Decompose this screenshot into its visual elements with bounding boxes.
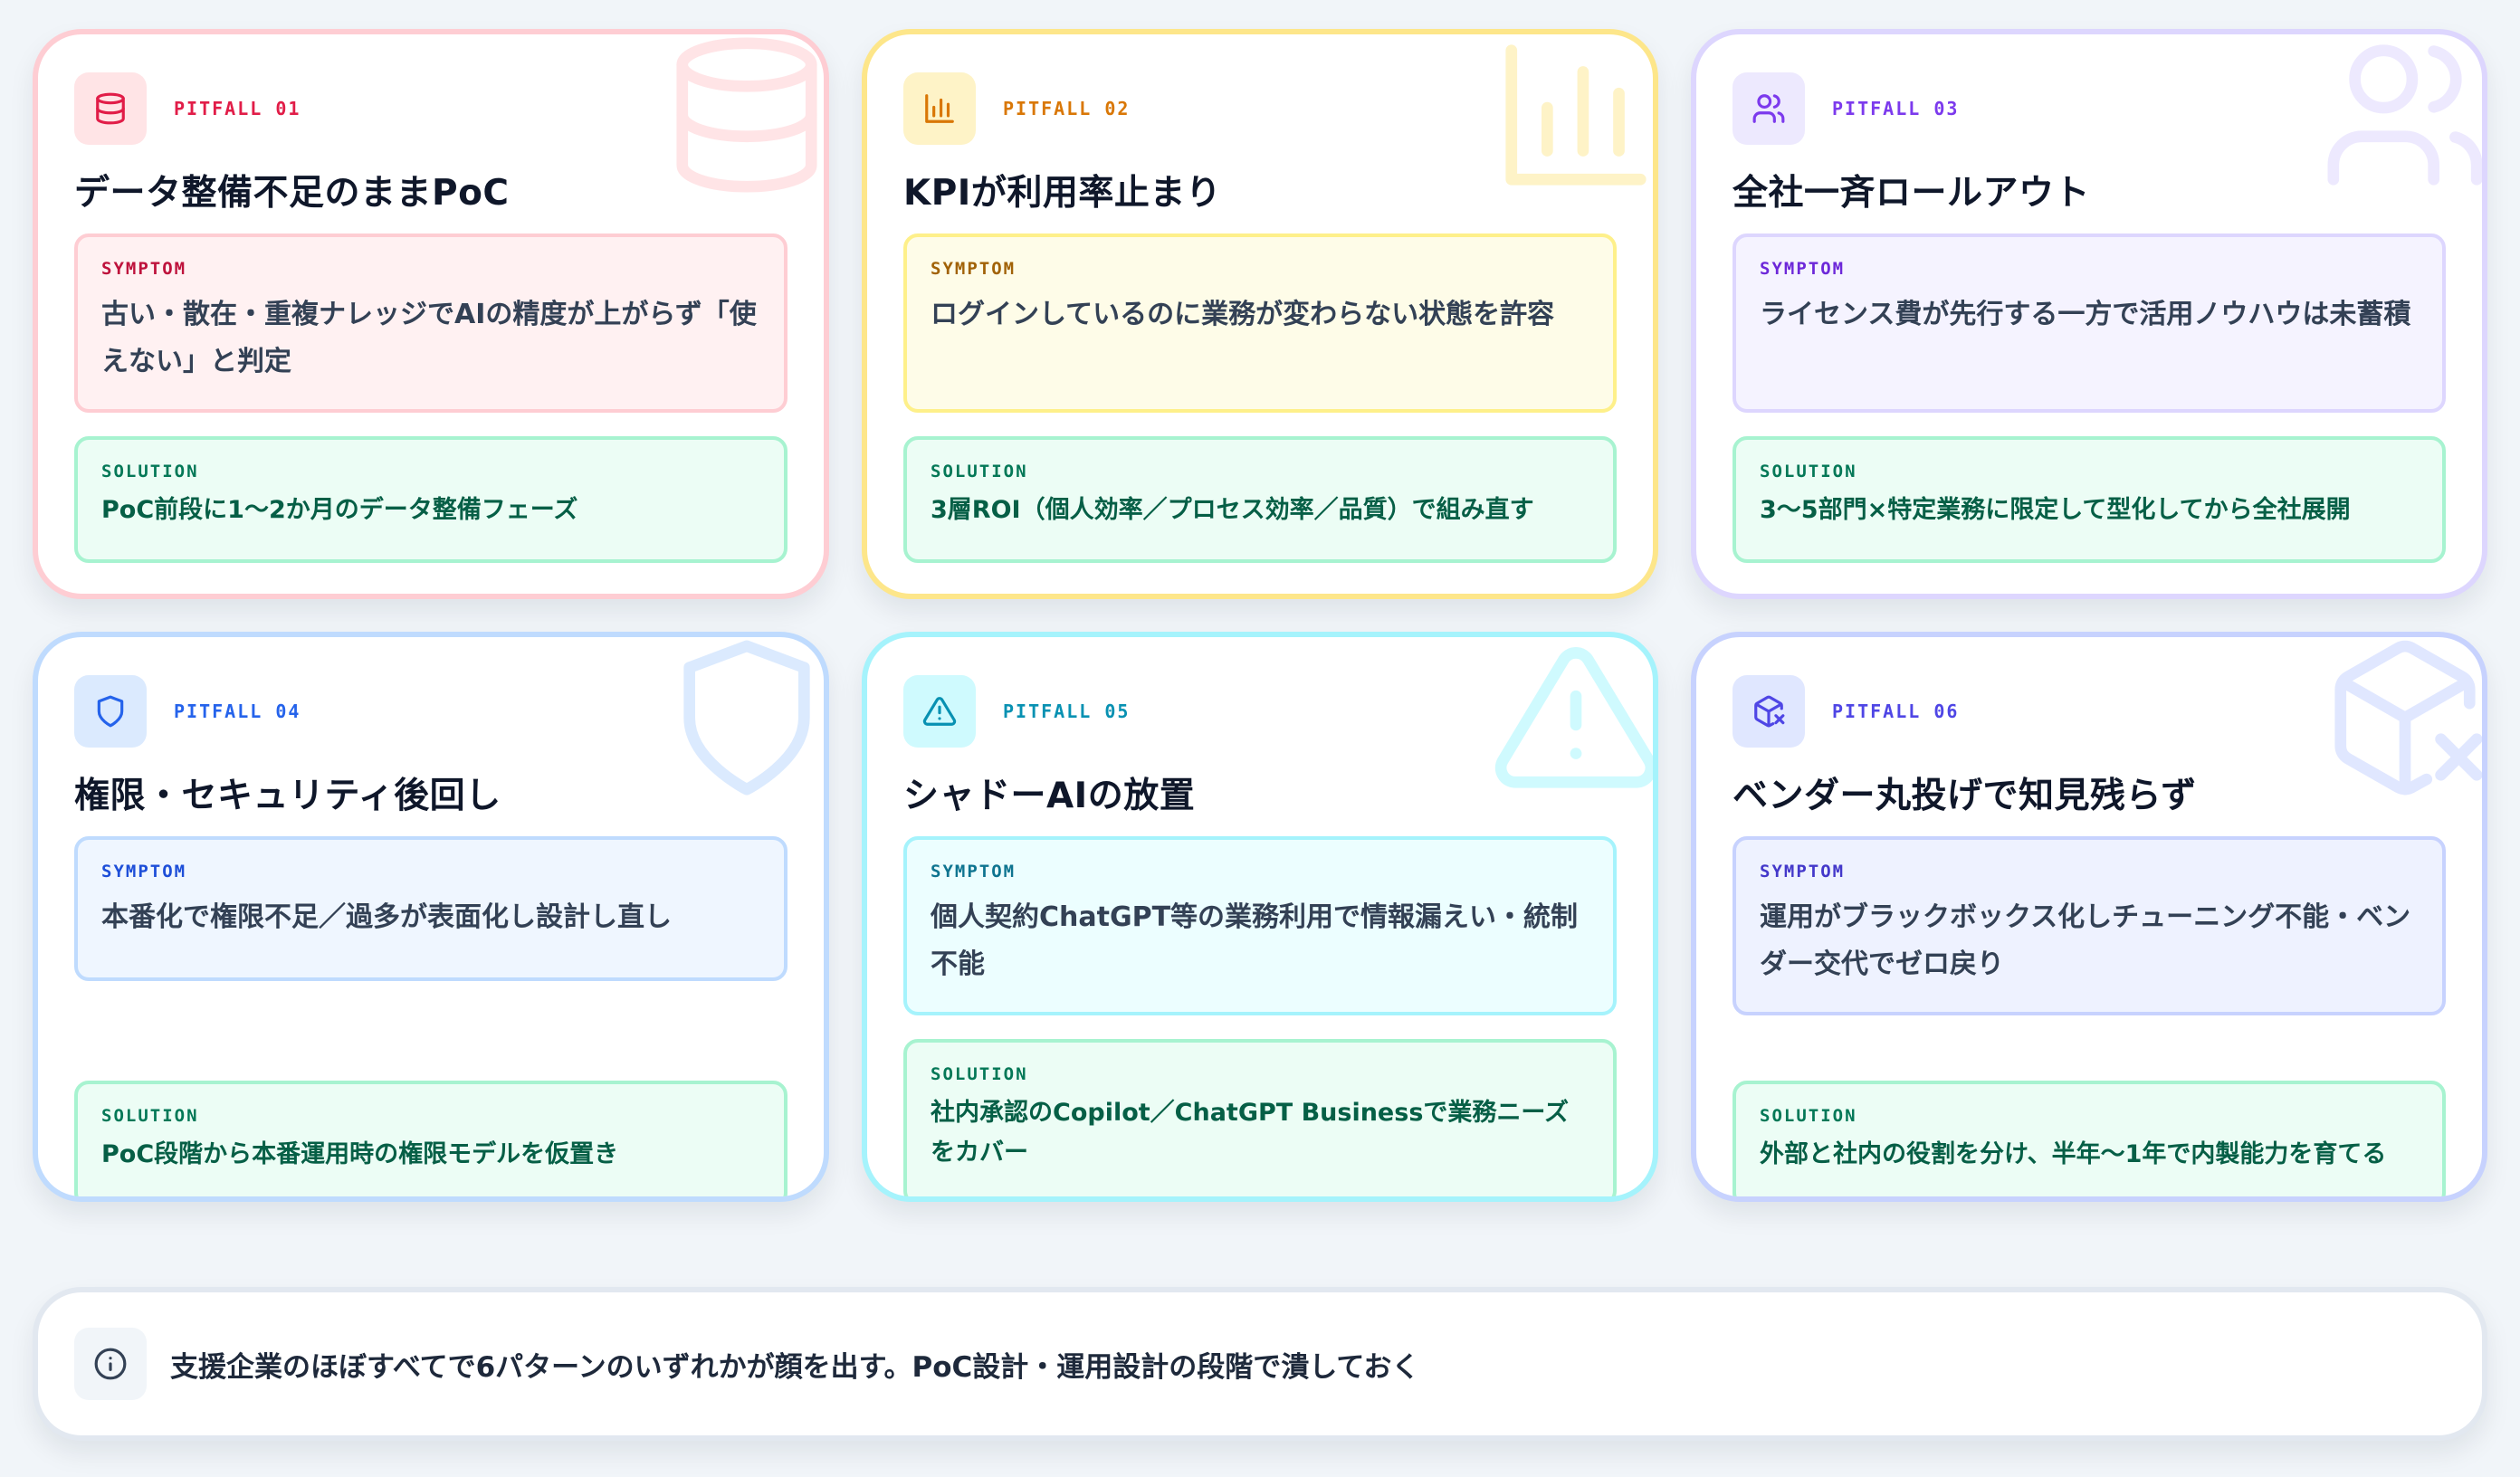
symptom-label: SYMPTOM	[1760, 862, 1846, 881]
solution-text: 社内承認のCopilot／ChatGPT Businessで業務ニーズをカバー	[931, 1099, 1570, 1167]
info-icon	[94, 1348, 127, 1380]
users-icon	[1752, 94, 1785, 123]
solution-box: SOLUTION 社内承認のCopilot／ChatGPT Businessで業…	[903, 1039, 1617, 1196]
pitfall-icon-box	[74, 675, 147, 748]
solution-label: SOLUTION	[931, 462, 1028, 481]
pitfall-card-04: PITFALL 04 権限・セキュリティ後回し SYMPTOM 本番化で権限不足…	[33, 632, 829, 1202]
pitfall-title: 権限・セキュリティ後回し	[74, 776, 501, 816]
solution-label: SOLUTION	[931, 1064, 1028, 1084]
pitfall-number: PITFALL 02	[1003, 98, 1131, 119]
solution-text: PoC段階から本番運用時の権限モデルを仮置き	[101, 1140, 619, 1168]
pitfall-card-05: PITFALL 05 シャドーAIの放置 SYMPTOM 個人契約ChatGPT…	[862, 632, 1658, 1202]
pitfall-icon-box	[1732, 675, 1805, 748]
solution-text: 3層ROI（個人効率／プロセス効率／品質）で組み直す	[931, 496, 1534, 524]
solution-box: SOLUTION PoC前段に1〜2か月のデータ整備フェーズ	[74, 436, 788, 563]
bar-chart-icon	[1505, 44, 1647, 186]
pitfall-grid: PITFALL 01 データ整備不足のままPoC SYMPTOM 古い・散在・重…	[33, 29, 2487, 1202]
pitfall-number: PITFALL 03	[1832, 98, 1960, 119]
database-icon	[96, 92, 125, 125]
symptom-text: 古い・散在・重複ナレッジでAIの精度が上がらず「使えない」と判定	[101, 299, 757, 377]
symptom-box: SYMPTOM 個人契約ChatGPT等の業務利用で情報漏えい・統制不能	[903, 836, 1617, 1015]
solution-label: SOLUTION	[1760, 1106, 1857, 1126]
pitfall-icon-box	[903, 675, 976, 748]
symptom-label: SYMPTOM	[101, 862, 187, 881]
pitfall-number: PITFALL 01	[174, 98, 301, 119]
solution-label: SOLUTION	[1760, 462, 1857, 481]
package-x-icon	[1754, 695, 1785, 728]
solution-box: SOLUTION 3〜5部門×特定業務に限定して型化してから全社展開	[1732, 436, 2446, 563]
symptom-label: SYMPTOM	[101, 259, 187, 279]
pitfall-title: 全社一斉ロールアウト	[1732, 173, 2091, 214]
pitfall-icon-box	[1732, 72, 1805, 145]
symptom-label: SYMPTOM	[931, 259, 1017, 279]
pitfall-title: シャドーAIの放置	[903, 776, 1196, 816]
pitfall-icon-box	[903, 72, 976, 145]
solution-label: SOLUTION	[101, 1106, 199, 1126]
pitfall-card-01: PITFALL 01 データ整備不足のままPoC SYMPTOM 古い・散在・重…	[33, 29, 829, 599]
solution-text: PoC前段に1〜2か月のデータ整備フェーズ	[101, 496, 578, 524]
warning-icon	[1494, 647, 1653, 788]
summary-text: 支援企業のほぼすべてで6パターンのいずれかが顔を出す。PoC設計・運用設計の段階…	[170, 1350, 1420, 1384]
symptom-box: SYMPTOM 本番化で権限不足／過多が表面化し設計し直し	[74, 836, 788, 981]
shield-icon	[97, 695, 124, 728]
symptom-label: SYMPTOM	[931, 862, 1017, 881]
warning-icon	[922, 697, 957, 726]
pitfall-card-06: PITFALL 06 ベンダー丸投げで知見残らず SYMPTOM 運用がブラック…	[1691, 632, 2487, 1202]
solution-box: SOLUTION PoC段階から本番運用時の権限モデルを仮置き	[74, 1081, 788, 1196]
pitfall-number: PITFALL 06	[1832, 700, 1960, 722]
info-icon-box	[74, 1328, 147, 1400]
pitfall-card-03: PITFALL 03 全社一斉ロールアウト SYMPTOM ライセンス費が先行す…	[1691, 29, 2487, 599]
users-icon	[2327, 44, 2482, 186]
pitfall-icon-box	[74, 72, 147, 145]
bar-chart-icon	[925, 94, 954, 123]
symptom-text: ライセンス費が先行する一方で活用ノウハウは未蓄積	[1760, 299, 2411, 330]
symptom-box: SYMPTOM 古い・散在・重複ナレッジでAIの精度が上がらず「使えない」と判定	[74, 233, 788, 413]
database-icon	[676, 37, 817, 193]
solution-box: SOLUTION 外部と社内の役割を分け、半年〜1年で内製能力を育てる	[1732, 1081, 2446, 1196]
pitfall-title: データ整備不足のままPoC	[74, 173, 510, 214]
pitfall-number: PITFALL 04	[174, 700, 301, 722]
pitfall-title: ベンダー丸投げで知見残らず	[1732, 776, 2197, 816]
shield-icon	[683, 640, 810, 796]
symptom-box: SYMPTOM ログインしているのに業務が変わらない状態を許容	[903, 233, 1617, 413]
pitfall-number: PITFALL 05	[1003, 700, 1131, 722]
symptom-text: 個人契約ChatGPT等の業務利用で情報漏えい・統制不能	[931, 901, 1579, 980]
summary-note: 支援企業のほぼすべてで6パターンのいずれかが顔を出す。PoC設計・運用設計の段階…	[33, 1287, 2487, 1441]
solution-box: SOLUTION 3層ROI（個人効率／プロセス効率／品質）で組み直す	[903, 436, 1617, 563]
symptom-text: ログインしているのに業務が変わらない状態を許容	[931, 299, 1555, 330]
package-x-icon	[2334, 640, 2482, 796]
pitfall-title: KPIが利用率止まり	[903, 173, 1222, 214]
symptom-text: 本番化で権限不足／過多が表面化し設計し直し	[101, 901, 672, 933]
solution-text: 3〜5部門×特定業務に限定して型化してから全社展開	[1760, 496, 2351, 524]
pitfall-card-02: PITFALL 02 KPIが利用率止まり SYMPTOM ログインしているのに…	[862, 29, 1658, 599]
symptom-text: 運用がブラックボックス化しチューニング不能・ベンダー交代でゼロ戻り	[1760, 901, 2411, 980]
symptom-box: SYMPTOM 運用がブラックボックス化しチューニング不能・ベンダー交代でゼロ戻…	[1732, 836, 2446, 1015]
solution-text: 外部と社内の役割を分け、半年〜1年で内製能力を育てる	[1760, 1140, 2387, 1168]
solution-label: SOLUTION	[101, 462, 199, 481]
symptom-box: SYMPTOM ライセンス費が先行する一方で活用ノウハウは未蓄積	[1732, 233, 2446, 413]
symptom-label: SYMPTOM	[1760, 259, 1846, 279]
